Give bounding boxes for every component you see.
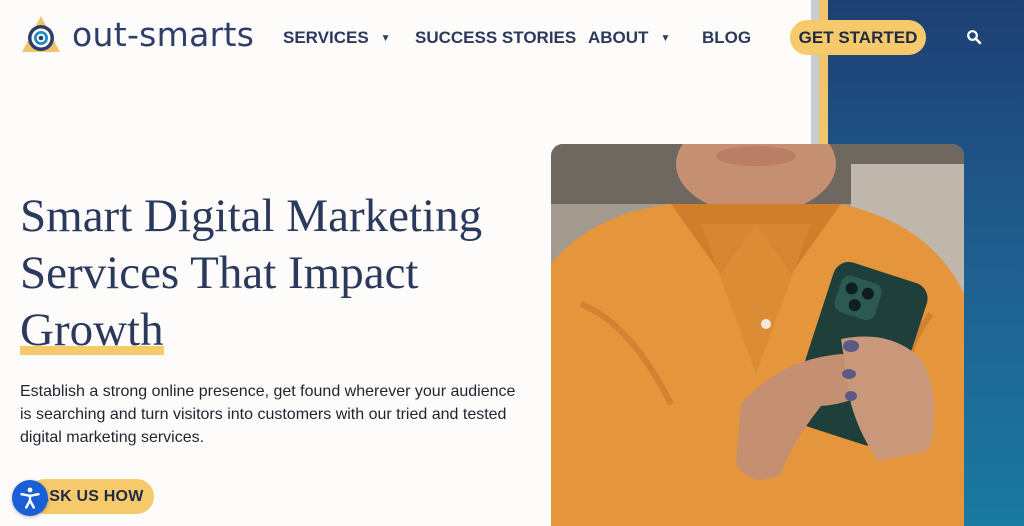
caret-down-icon: ▼ <box>660 32 671 44</box>
nav-blog-label: BLOG <box>702 28 752 47</box>
nav-services[interactable]: SERVICES ▼ <box>283 28 391 48</box>
hero-photo <box>551 144 964 526</box>
nav-services-label: SERVICES <box>283 28 369 47</box>
brand-name: out-smarts <box>72 14 255 54</box>
accessibility-icon[interactable] <box>12 480 48 516</box>
logo-target-icon <box>20 14 62 54</box>
get-started-button[interactable]: GET STARTED <box>790 20 926 55</box>
hero-title: Smart Digital Marketing Services That Im… <box>20 188 540 359</box>
search-icon[interactable] <box>966 29 982 45</box>
nav-about-label: ABOUT <box>588 28 649 47</box>
nav-about[interactable]: ABOUT ▼ <box>588 28 670 48</box>
caret-down-icon: ▼ <box>380 32 391 44</box>
hero-title-line2: Services That Impact <box>20 247 419 299</box>
brand-logo[interactable]: out-smarts <box>20 14 254 54</box>
nav-blog[interactable]: BLOG <box>702 28 751 48</box>
get-started-label: GET STARTED <box>798 27 918 47</box>
nav-success-stories-label: SUCCESS STORIES <box>415 28 577 47</box>
ask-us-how-label: ASK US HOW <box>37 487 144 505</box>
hero-title-line1: Smart Digital Marketing <box>20 190 483 242</box>
hero-description: Establish a strong online presence, get … <box>20 383 516 446</box>
nav-success-stories[interactable]: SUCCESS STORIES <box>415 28 576 48</box>
hero-title-highlight: Growth <box>20 302 164 359</box>
